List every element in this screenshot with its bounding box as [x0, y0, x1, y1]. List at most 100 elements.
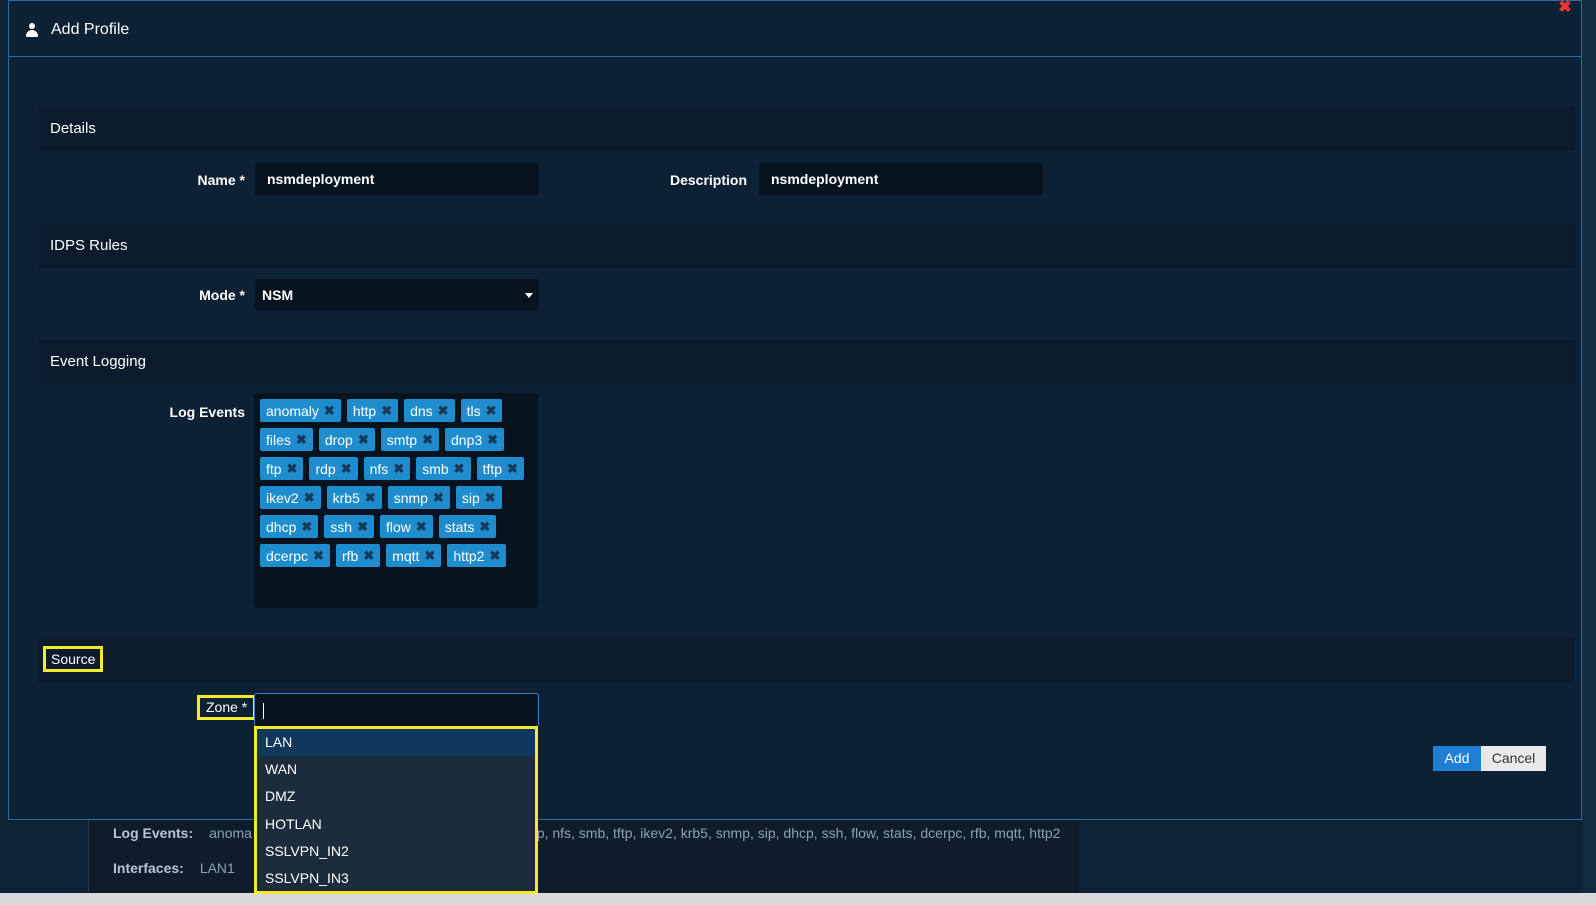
remove-tag-icon[interactable]: ✖: [507, 461, 518, 477]
zone-option[interactable]: DMZ: [257, 783, 535, 810]
remove-tag-icon[interactable]: ✖: [358, 432, 369, 448]
log-event-tag: dhcp ✖: [260, 515, 319, 538]
log-event-tag-label: krb5: [332, 489, 360, 506]
log-event-tag: krb5 ✖: [326, 486, 382, 509]
remove-tag-icon[interactable]: ✖: [365, 490, 376, 506]
remove-tag-icon[interactable]: ✖: [479, 519, 490, 535]
log-event-tag-label: http: [352, 402, 377, 419]
log-event-tag-label: stats: [444, 518, 475, 535]
mode-select[interactable]: NSM: [255, 279, 539, 311]
log-event-tag-label: rdp: [315, 460, 336, 477]
log-event-tag: nfs ✖: [363, 457, 411, 480]
background-interfaces-row: Interfaces: LAN1: [113, 860, 235, 876]
mode-label: Mode *: [199, 287, 245, 303]
zone-option[interactable]: SSLVPN_IN2: [257, 838, 535, 865]
remove-tag-icon[interactable]: ✖: [489, 548, 500, 564]
section-source: Source: [43, 646, 104, 672]
remove-tag-icon[interactable]: ✖: [381, 403, 392, 419]
remove-tag-icon[interactable]: ✖: [357, 519, 368, 535]
remove-tag-icon[interactable]: ✖: [438, 403, 449, 419]
remove-tag-icon[interactable]: ✖: [324, 403, 335, 419]
name-label: Name *: [197, 172, 245, 188]
log-event-tag-label: dcerpc: [266, 547, 309, 564]
log-event-tag-label: tftp: [482, 460, 503, 477]
tag-row: dcerpc ✖ rfb ✖ mqtt ✖ http2 ✖: [260, 544, 538, 567]
log-event-tag: ftp ✖: [260, 457, 304, 480]
log-event-tag-label: http2: [453, 547, 485, 564]
remove-tag-icon[interactable]: ✖: [422, 432, 433, 448]
log-event-tag: rfb ✖: [335, 544, 381, 567]
tag-row: anomaly ✖ http ✖ dns ✖ tls ✖: [260, 399, 538, 422]
log-event-tag: dns ✖: [404, 399, 455, 422]
background-interfaces-value: LAN1: [199, 860, 235, 876]
log-event-tag-label: files: [266, 431, 291, 448]
log-event-tag: rdp ✖: [309, 457, 358, 480]
log-event-tag: flow ✖: [379, 515, 433, 538]
zone-input[interactable]: [254, 693, 539, 727]
log-event-tag: smtp ✖: [380, 428, 439, 451]
log-events-tag-input[interactable]: anomaly ✖ http ✖ dns ✖ tls ✖ files ✖ drop ✖ smtp ✖ dnp…: [254, 393, 538, 608]
remove-tag-icon[interactable]: ✖: [393, 461, 404, 477]
log-event-tag: tftp ✖: [476, 457, 524, 480]
zone-dropdown: LAN WAN DMZ HOTLAN SSLVPN_IN2 SSLVPN_IN3: [254, 726, 538, 894]
remove-tag-icon[interactable]: ✖: [296, 432, 307, 448]
log-event-tag: files ✖: [260, 428, 313, 451]
log-event-tag-label: nfs: [369, 460, 389, 477]
horizontal-scrollbar[interactable]: [0, 893, 1596, 905]
log-event-tag-label: ssh: [330, 518, 353, 535]
remove-tag-icon[interactable]: ✖: [487, 432, 498, 448]
log-event-tag-label: flow: [385, 518, 411, 535]
tag-row: ikev2 ✖ krb5 ✖ snmp ✖ sip ✖: [260, 486, 538, 509]
section-details: Details: [39, 107, 1575, 151]
remove-tag-icon[interactable]: ✖: [304, 490, 315, 506]
log-event-tag-label: smtp: [386, 431, 418, 448]
remove-tag-icon[interactable]: ✖: [313, 548, 324, 564]
remove-tag-icon[interactable]: ✖: [485, 490, 496, 506]
add-button[interactable]: Add: [1433, 746, 1481, 771]
log-event-tag: stats ✖: [438, 515, 497, 538]
caret-down-icon: [525, 293, 533, 298]
zone-option[interactable]: HOTLAN: [257, 811, 535, 838]
log-event-tag-label: ftp: [266, 460, 282, 477]
log-event-tag: ssh ✖: [324, 515, 374, 538]
close-icon[interactable]: ✖: [1558, 0, 1572, 16]
tag-row: files ✖ drop ✖ smtp ✖ dnp3 ✖: [260, 428, 538, 451]
log-event-tag: anomaly ✖: [260, 399, 341, 422]
zone-option[interactable]: LAN: [257, 729, 535, 757]
log-event-tag: http2 ✖: [447, 544, 507, 567]
cancel-button[interactable]: Cancel: [1481, 746, 1546, 771]
background-log-events-tail: dp, nfs, smb, tftp, ikev2, krb5, snmp, s…: [529, 825, 1061, 841]
text-cursor: [263, 703, 264, 719]
log-event-tag-label: mqtt: [392, 547, 420, 564]
log-event-tag: mqtt ✖: [386, 544, 442, 567]
remove-tag-icon[interactable]: ✖: [454, 461, 465, 477]
log-event-tag-label: snmp: [393, 489, 428, 506]
remove-tag-icon[interactable]: ✖: [341, 461, 352, 477]
remove-tag-icon[interactable]: ✖: [433, 490, 444, 506]
remove-tag-icon[interactable]: ✖: [486, 403, 497, 419]
remove-tag-icon[interactable]: ✖: [424, 548, 435, 564]
tag-row: ftp ✖ rdp ✖ nfs ✖ smb ✖ tftp ✖: [260, 457, 538, 480]
background-interfaces-label: Interfaces:: [113, 860, 184, 876]
zone-option[interactable]: WAN: [257, 756, 535, 783]
description-input[interactable]: nsmdeployment: [759, 163, 1043, 195]
background-log-events-value: anoma: [209, 825, 252, 841]
log-event-tag-label: rfb: [341, 547, 359, 564]
modal-title: Add Profile: [51, 21, 130, 38]
log-event-tag-label: smb: [422, 460, 449, 477]
description-label: Description: [669, 172, 747, 188]
section-source-bar: [38, 639, 1574, 683]
remove-tag-icon[interactable]: ✖: [416, 519, 427, 535]
log-event-tag-label: ikev2: [266, 489, 299, 506]
background-log-events-label: Log Events:: [113, 825, 194, 841]
log-event-tag: smb ✖: [416, 457, 471, 480]
remove-tag-icon[interactable]: ✖: [363, 548, 374, 564]
zone-option[interactable]: SSLVPN_IN3: [257, 865, 535, 892]
log-event-tag-label: sip: [461, 489, 480, 506]
remove-tag-icon[interactable]: ✖: [301, 519, 312, 535]
log-event-tag-label: tls: [466, 402, 481, 419]
log-event-tag-label: dhcp: [266, 518, 297, 535]
zone-label: Zone *: [197, 695, 257, 720]
name-input[interactable]: nsmdeployment: [255, 163, 539, 195]
remove-tag-icon[interactable]: ✖: [287, 461, 298, 477]
